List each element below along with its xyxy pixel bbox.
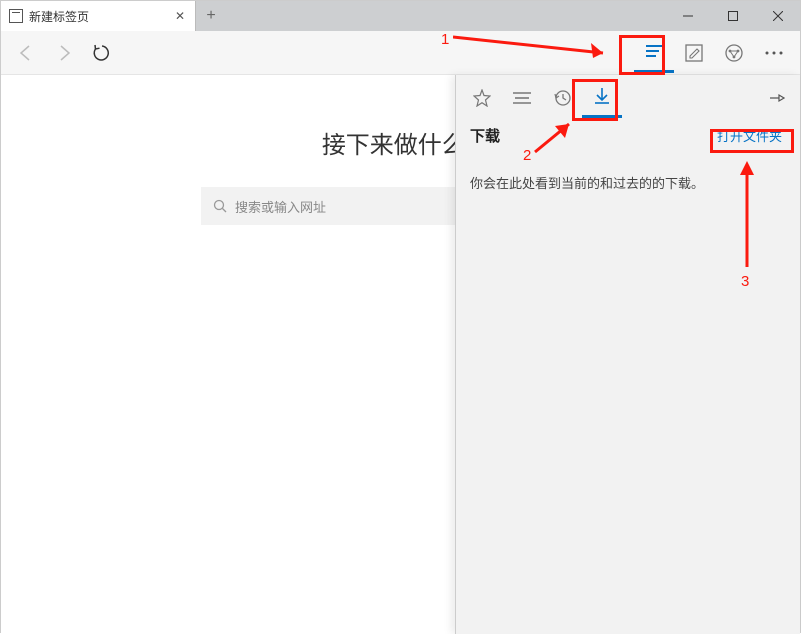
- more-button[interactable]: [754, 33, 794, 73]
- hub-button[interactable]: [634, 33, 674, 73]
- share-icon: [724, 43, 744, 63]
- window-maximize-button[interactable]: [710, 1, 755, 31]
- new-tab-button[interactable]: +: [196, 1, 226, 31]
- window-close-button[interactable]: [755, 1, 800, 31]
- hub-icon: [644, 43, 664, 59]
- title-bar: 新建标签页 ✕ +: [1, 1, 800, 31]
- hub-header: 下载 打开文件夹: [456, 120, 800, 157]
- tab-title: 新建标签页: [29, 8, 173, 25]
- page-content: 接下来做什么? 搜索或输入网址: [1, 75, 800, 634]
- star-icon: [473, 89, 491, 107]
- readinglist-icon: [513, 91, 531, 105]
- refresh-button[interactable]: [83, 34, 121, 72]
- share-button[interactable]: [714, 33, 754, 73]
- web-note-button[interactable]: [674, 33, 714, 73]
- hub-tab-history[interactable]: [542, 78, 582, 118]
- search-placeholder: 搜索或输入网址: [235, 197, 326, 216]
- nav-toolbar: [1, 31, 800, 75]
- hub-tab-readinglist[interactable]: [502, 78, 542, 118]
- page-icon: [9, 9, 23, 23]
- search-icon: [213, 199, 227, 213]
- hub-panel: 下载 打开文件夹 你会在此处看到当前的和过去的的下载。: [455, 75, 800, 634]
- back-button[interactable]: [7, 34, 45, 72]
- more-icon: [765, 51, 783, 55]
- hub-tab-downloads[interactable]: [582, 78, 622, 118]
- hub-pin-button[interactable]: [760, 90, 794, 106]
- history-icon: [553, 89, 571, 107]
- hub-title: 下载: [470, 125, 713, 146]
- note-icon: [685, 44, 703, 62]
- download-icon: [593, 87, 611, 105]
- hub-tabs: [456, 75, 800, 120]
- tab-close-button[interactable]: ✕: [173, 9, 187, 23]
- pin-icon: [769, 90, 785, 106]
- titlebar-spacer: [226, 1, 665, 31]
- open-folder-link[interactable]: 打开文件夹: [713, 124, 786, 147]
- hub-empty-text: 你会在此处看到当前的和过去的的下载。: [456, 157, 800, 208]
- browser-tab[interactable]: 新建标签页 ✕: [1, 1, 196, 31]
- window-minimize-button[interactable]: [665, 1, 710, 31]
- hub-tab-favorites[interactable]: [462, 78, 502, 118]
- forward-button[interactable]: [45, 34, 83, 72]
